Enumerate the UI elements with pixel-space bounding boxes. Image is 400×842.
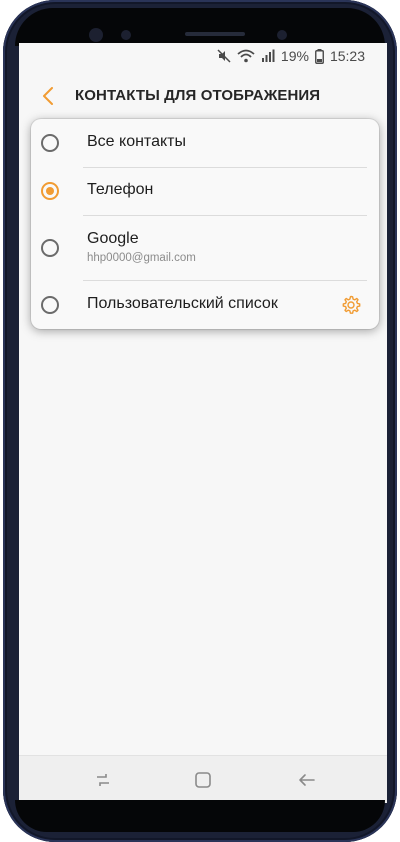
option-custom-list[interactable]: Пользовательский список [31,281,379,329]
option-google[interactable]: Google hhp0000@gmail.com [31,216,379,280]
signal-icon [261,49,275,63]
screen: 19% 15:23 КОНТАКТЫ ДЛЯ ОТОБРАЖЕНИЯ Все к… [19,43,387,803]
option-label: Телефон [87,181,154,198]
home-icon[interactable] [191,768,215,792]
recent-apps-icon[interactable] [91,768,115,792]
radio-button-selected[interactable] [41,182,59,200]
top-bezel [15,8,385,46]
phone-frame: 19% 15:23 КОНТАКТЫ ДЛЯ ОТОБРАЖЕНИЯ Все к… [3,0,397,842]
account-email: hhp0000@gmail.com [87,252,196,264]
clock: 15:23 [329,48,365,64]
battery-icon [315,48,324,64]
battery-percent: 19% [280,48,309,64]
contacts-display-options: Все контакты Телефон Google hhp0000@gmai… [31,119,379,329]
radio-button[interactable] [41,296,59,314]
option-label: Все контакты [87,133,186,150]
back-arrow-icon[interactable] [37,85,59,107]
navigation-bar [19,755,387,803]
gear-icon[interactable] [341,295,361,315]
app-header: КОНТАКТЫ ДЛЯ ОТОБРАЖЕНИЯ [19,77,387,115]
speaker-grille [185,32,245,36]
option-label: Пользовательский список [87,295,278,312]
page-title: КОНТАКТЫ ДЛЯ ОТОБРАЖЕНИЯ [75,87,321,104]
status-bar: 19% 15:23 [19,43,387,69]
mute-icon [217,49,231,63]
sensor-icon [89,28,103,42]
radio-button[interactable] [41,134,59,152]
option-all-contacts[interactable]: Все контакты [31,119,379,167]
option-phone[interactable]: Телефон [31,168,379,215]
wifi-icon [237,49,255,63]
radio-button[interactable] [41,239,59,257]
back-icon[interactable] [295,768,319,792]
option-label: Google [87,230,139,247]
front-camera-icon [277,30,287,40]
bottom-bezel [15,800,385,832]
sensor-icon [121,30,131,40]
